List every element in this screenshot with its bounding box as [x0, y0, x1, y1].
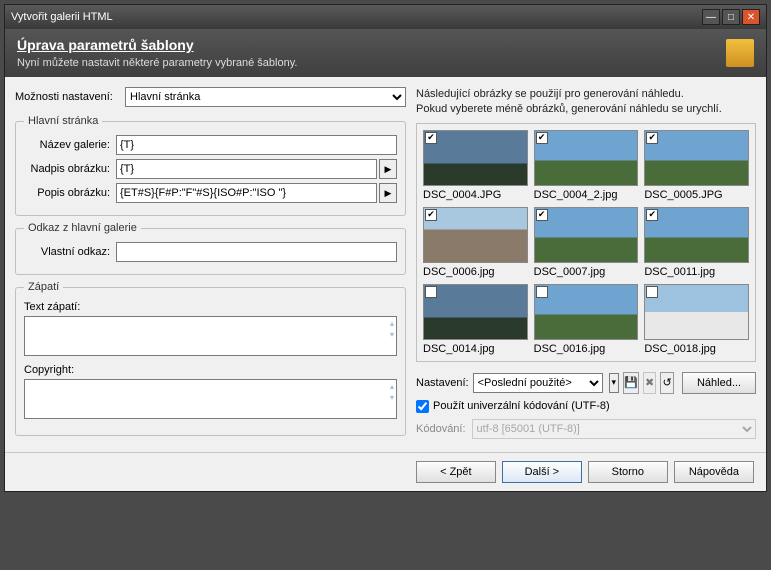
close-button[interactable]: ✕: [742, 9, 760, 25]
thumbnail-checkbox[interactable]: ✔: [425, 209, 437, 221]
settings-dropdown-button[interactable]: ▾: [609, 373, 619, 393]
next-button[interactable]: Další >: [502, 461, 582, 483]
window-title: Vytvořit galerii HTML: [11, 11, 700, 23]
footer-fieldset: Zápatí Text zápatí: ▴▾ Copyright: ▴▾: [15, 281, 406, 436]
arrow-down-icon: ▾: [390, 393, 394, 402]
desc-menu-button[interactable]: ▶: [379, 183, 397, 203]
save-icon[interactable]: 💾: [623, 372, 639, 394]
thumbnail-filename: DSC_0006.jpg: [423, 266, 528, 278]
main-page-fieldset: Hlavní stránka Název galerie: Nadpis obr…: [15, 115, 406, 216]
thumbnail-checkbox[interactable]: ✔: [646, 132, 658, 144]
thumbnail-checkbox[interactable]: ✔: [425, 132, 437, 144]
titlebar: Vytvořit galerii HTML — □ ✕: [5, 5, 766, 29]
footer-text-label: Text zápatí:: [24, 301, 397, 313]
thumbnail-filename: DSC_0004_2.jpg: [534, 189, 639, 201]
back-button[interactable]: < Zpět: [416, 461, 496, 483]
thumbnail-item[interactable]: ✔ DSC_0004_2.jpg: [534, 130, 639, 201]
thumbnail-checkbox[interactable]: [646, 286, 658, 298]
header-title: Úprava parametrů šablony: [17, 37, 726, 53]
thumbnail-checkbox[interactable]: ✔: [536, 132, 548, 144]
footer-text-input[interactable]: ▴▾: [24, 316, 397, 356]
dialog-footer: < Zpět Další > Storno Nápověda: [5, 452, 766, 491]
utf8-checkbox[interactable]: [416, 400, 429, 413]
thumbnail-item[interactable]: DSC_0016.jpg: [534, 284, 639, 355]
thumbnail-image[interactable]: ✔: [644, 207, 749, 263]
thumbnail-item[interactable]: DSC_0014.jpg: [423, 284, 528, 355]
header-subtitle: Nyní můžete nastavit některé parametry v…: [17, 57, 726, 69]
thumbnail-filename: DSC_0014.jpg: [423, 343, 528, 355]
image-desc-input[interactable]: [116, 183, 377, 203]
thumbnail-image[interactable]: ✔: [534, 207, 639, 263]
thumbnail-image[interactable]: ✔: [423, 130, 528, 186]
thumbnail-item[interactable]: ✔ DSC_0005.JPG: [644, 130, 749, 201]
main-page-legend: Hlavní stránka: [24, 115, 102, 127]
arrow-down-icon: ▾: [390, 330, 394, 339]
cancel-button[interactable]: Storno: [588, 461, 668, 483]
own-link-label: Vlastní odkaz:: [24, 246, 116, 258]
delete-icon: ✖: [643, 372, 657, 394]
preview-button[interactable]: Náhled...: [682, 372, 756, 394]
right-column: Následující obrázky se použijí pro gener…: [416, 87, 756, 442]
gallery-name-input[interactable]: [116, 135, 397, 155]
utf8-label: Použít univerzální kódování (UTF-8): [433, 400, 610, 412]
thumbnail-checkbox[interactable]: ✔: [536, 209, 548, 221]
header-icon: [726, 39, 754, 67]
scroll-arrows[interactable]: ▴▾: [390, 382, 394, 402]
own-link-input[interactable]: [116, 242, 397, 262]
thumbnail-item[interactable]: ✔ DSC_0006.jpg: [423, 207, 528, 278]
thumbnail-filename: DSC_0005.JPG: [644, 189, 749, 201]
thumbnail-image[interactable]: ✔: [644, 130, 749, 186]
arrow-up-icon: ▴: [390, 382, 394, 391]
dialog-body: Možnosti nastavení: Hlavní stránka Hlavn…: [5, 77, 766, 452]
thumbnail-item[interactable]: ✔ DSC_0004.JPG: [423, 130, 528, 201]
encoding-label: Kódování:: [416, 423, 466, 435]
thumbnail-filename: DSC_0004.JPG: [423, 189, 528, 201]
image-caption-input[interactable]: [116, 159, 377, 179]
footer-legend: Zápatí: [24, 281, 63, 293]
image-caption-label: Nadpis obrázku:: [24, 163, 116, 175]
thumbnail-filename: DSC_0011.jpg: [644, 266, 749, 278]
thumbnail-filename: DSC_0018.jpg: [644, 343, 749, 355]
thumbnail-checkbox[interactable]: [536, 286, 548, 298]
thumbnail-checkbox[interactable]: [425, 286, 437, 298]
settings-label: Nastavení:: [416, 377, 469, 389]
scroll-arrows[interactable]: ▴▾: [390, 319, 394, 339]
encoding-select: utf-8 [65001 (UTF-8)]: [472, 419, 756, 439]
settings-select[interactable]: <Poslední použité>: [473, 373, 603, 393]
link-fieldset: Odkaz z hlavní galerie Vlastní odkaz:: [15, 222, 406, 275]
thumbnail-checkbox[interactable]: ✔: [646, 209, 658, 221]
thumbnail-filename: DSC_0016.jpg: [534, 343, 639, 355]
gallery-name-label: Název galerie:: [24, 139, 116, 151]
options-select[interactable]: Hlavní stránka: [125, 87, 406, 107]
thumbnail-image[interactable]: [534, 284, 639, 340]
caption-menu-button[interactable]: ▶: [379, 159, 397, 179]
reset-icon[interactable]: ↺: [660, 372, 674, 394]
maximize-button[interactable]: □: [722, 9, 740, 25]
copyright-input[interactable]: ▴▾: [24, 379, 397, 419]
link-legend: Odkaz z hlavní galerie: [24, 222, 141, 234]
thumbnail-item[interactable]: DSC_0018.jpg: [644, 284, 749, 355]
thumbnail-image[interactable]: [423, 284, 528, 340]
thumbnail-image[interactable]: ✔: [534, 130, 639, 186]
thumbnail-filename: DSC_0007.jpg: [534, 266, 639, 278]
thumbnail-grid: ✔ DSC_0004.JPG ✔ DSC_0004_2.jpg ✔ DSC_0005.JP…: [416, 123, 756, 362]
image-desc-label: Popis obrázku:: [24, 187, 116, 199]
thumbnail-item[interactable]: ✔ DSC_0007.jpg: [534, 207, 639, 278]
options-label: Možnosti nastavení:: [15, 91, 125, 103]
arrow-up-icon: ▴: [390, 319, 394, 328]
copyright-label: Copyright:: [24, 364, 397, 376]
help-button[interactable]: Nápověda: [674, 461, 754, 483]
wizard-header: Úprava parametrů šablony Nyní můžete nas…: [5, 29, 766, 77]
left-column: Možnosti nastavení: Hlavní stránka Hlavn…: [15, 87, 406, 442]
thumbnail-item[interactable]: ✔ DSC_0011.jpg: [644, 207, 749, 278]
dialog-window: Vytvořit galerii HTML — □ ✕ Úprava param…: [4, 4, 767, 492]
preview-hint: Následující obrázky se použijí pro gener…: [416, 87, 756, 117]
thumbnail-image[interactable]: ✔: [423, 207, 528, 263]
minimize-button[interactable]: —: [702, 9, 720, 25]
thumbnail-image[interactable]: [644, 284, 749, 340]
